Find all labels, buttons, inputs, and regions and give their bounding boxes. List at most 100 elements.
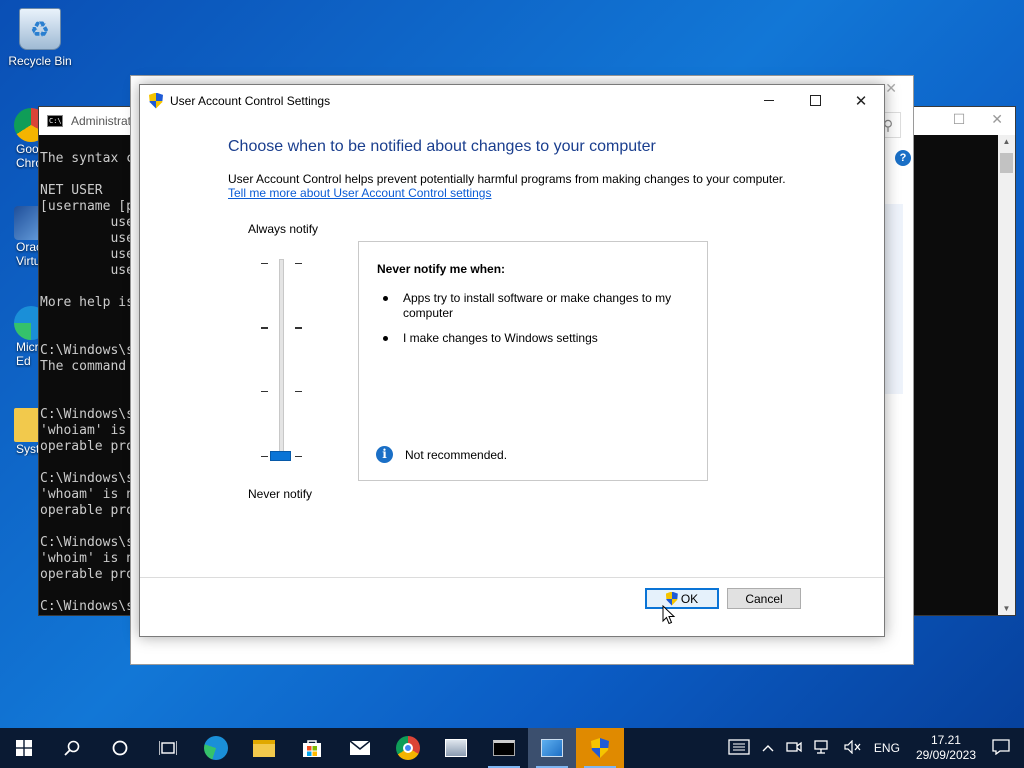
notify-slider-thumb[interactable] xyxy=(270,451,291,461)
meet-icon[interactable] xyxy=(786,740,802,757)
uac-window-controls: ✕ xyxy=(746,85,884,116)
uac-title: User Account Control Settings xyxy=(170,93,331,108)
taskbar-uac[interactable] xyxy=(576,728,624,768)
virtualbox-desktop-icon[interactable]: Oracl Virtua xyxy=(0,206,40,268)
cmd-icon: C:\ xyxy=(47,115,63,127)
store-icon xyxy=(303,740,321,757)
slider-tick xyxy=(295,456,302,457)
cancel-button[interactable]: Cancel xyxy=(727,588,801,609)
uac-description: User Account Control helps prevent poten… xyxy=(228,172,786,186)
start-button[interactable] xyxy=(0,728,48,768)
uac-titlebar[interactable]: User Account Control Settings ✕ xyxy=(140,85,884,116)
info-icon: i xyxy=(376,446,393,463)
folder-icon xyxy=(14,408,40,442)
taskbar-chrome[interactable] xyxy=(384,728,432,768)
task-view-button[interactable] xyxy=(144,728,192,768)
level-description-title: Never notify me when: xyxy=(377,262,506,276)
virtualbox-label: Oracl Virtua xyxy=(16,240,40,268)
edge-label: Micr Ed xyxy=(16,340,39,368)
control-panel-close-icon[interactable]: ✕ xyxy=(885,80,897,97)
console-window-controls: ☐ ✕ xyxy=(953,111,1003,128)
footer-divider xyxy=(140,577,884,578)
slider-tick xyxy=(295,391,302,392)
clock-date: 29/09/2023 xyxy=(915,748,976,762)
scroll-down-icon[interactable]: ▼ xyxy=(998,604,1015,613)
console-close-icon[interactable]: ✕ xyxy=(991,111,1003,128)
cmd-icon xyxy=(493,740,515,756)
chrome-icon xyxy=(14,108,40,142)
mail-icon xyxy=(349,740,371,755)
maximize-icon[interactable] xyxy=(792,85,838,116)
system-desktop-icon[interactable]: Syst xyxy=(0,408,40,456)
taskbar-app[interactable] xyxy=(432,728,480,768)
system-tray: ENG 17.21 29/09/2023 xyxy=(722,728,1024,768)
slider-tick xyxy=(295,263,302,264)
edge-icon xyxy=(204,736,228,760)
mouse-pointer-icon xyxy=(662,605,676,625)
help-icon[interactable]: ? xyxy=(895,150,911,166)
learn-more-link[interactable]: Tell me more about User Account Control … xyxy=(228,186,491,200)
list-item: Apps try to install software or make cha… xyxy=(383,291,683,321)
slider-tick xyxy=(261,391,268,392)
ok-shield-icon xyxy=(666,592,678,606)
uac-shield-icon xyxy=(149,93,163,109)
taskbar-file-explorer[interactable] xyxy=(240,728,288,768)
scroll-thumb[interactable] xyxy=(1000,153,1013,173)
slider-tick xyxy=(261,327,268,329)
console-scrollbar[interactable]: ▲ ▼ xyxy=(998,135,1015,615)
notifications-icon[interactable] xyxy=(992,738,1010,758)
panel-scroll-area xyxy=(883,204,903,394)
slider-tick xyxy=(261,456,268,457)
control-panel-icon xyxy=(541,739,563,757)
recycle-bin-icon xyxy=(19,8,61,50)
taskbar-mail[interactable] xyxy=(336,728,384,768)
minimize-icon[interactable] xyxy=(746,85,792,116)
volume-muted-icon[interactable] xyxy=(844,739,862,757)
taskbar-command-prompt[interactable] xyxy=(480,728,528,768)
taskbar: ENG 17.21 29/09/2023 xyxy=(0,728,1024,768)
slider-tick xyxy=(295,327,302,329)
edge-desktop-icon[interactable]: Micr Ed xyxy=(0,306,40,368)
console-title: Administrat xyxy=(71,114,132,128)
scroll-up-icon[interactable]: ▲ xyxy=(998,137,1015,146)
edge-icon xyxy=(14,306,40,340)
app-icon xyxy=(445,739,467,757)
level-description-list: Apps try to install software or make cha… xyxy=(383,291,683,356)
uac-shield-icon xyxy=(591,738,609,758)
system-label: Syst xyxy=(16,442,40,456)
folder-icon xyxy=(253,739,275,757)
notify-slider-track[interactable] xyxy=(279,259,284,459)
network-icon[interactable] xyxy=(814,739,832,757)
ok-label: OK xyxy=(680,591,699,606)
cortana-button[interactable] xyxy=(96,728,144,768)
chrome-icon xyxy=(396,736,420,760)
taskbar-edge[interactable] xyxy=(192,728,240,768)
virtualbox-icon xyxy=(14,206,40,240)
uac-settings-dialog[interactable]: User Account Control Settings ✕ Choose w… xyxy=(139,84,885,637)
recommendation-text: Not recommended. xyxy=(405,447,508,462)
console-maximize-icon[interactable]: ☐ xyxy=(953,111,966,128)
recommendation-note: i Not recommended. xyxy=(376,446,507,463)
level-description-panel: Never notify me when: Apps try to instal… xyxy=(358,241,708,481)
slider-bottom-label: Never notify xyxy=(248,487,313,501)
chevron-up-icon[interactable] xyxy=(762,741,774,755)
language-indicator[interactable]: ENG xyxy=(874,741,900,755)
search-button[interactable] xyxy=(48,728,96,768)
list-item: I make changes to Windows settings xyxy=(383,331,683,346)
clock-time: 17.21 xyxy=(930,733,961,747)
taskbar-store[interactable] xyxy=(288,728,336,768)
uac-heading: Choose when to be notified about changes… xyxy=(228,138,656,155)
search-icon xyxy=(64,740,80,756)
cortana-icon xyxy=(112,740,128,756)
windows-logo-icon xyxy=(16,740,32,756)
recycle-bin-desktop-icon[interactable]: Recycle Bin xyxy=(0,8,80,68)
ok-button[interactable]: OK xyxy=(645,588,719,609)
taskbar-control-panel[interactable] xyxy=(528,728,576,768)
close-icon[interactable]: ✕ xyxy=(838,85,884,116)
recycle-bin-label: Recycle Bin xyxy=(8,54,72,68)
clock[interactable]: 17.21 29/09/2023 xyxy=(916,733,976,763)
news-icon[interactable] xyxy=(728,738,750,758)
task-view-icon xyxy=(159,741,177,755)
chrome-label: Goo Chro xyxy=(16,142,40,170)
chrome-desktop-icon[interactable]: Goo Chro xyxy=(0,108,40,170)
